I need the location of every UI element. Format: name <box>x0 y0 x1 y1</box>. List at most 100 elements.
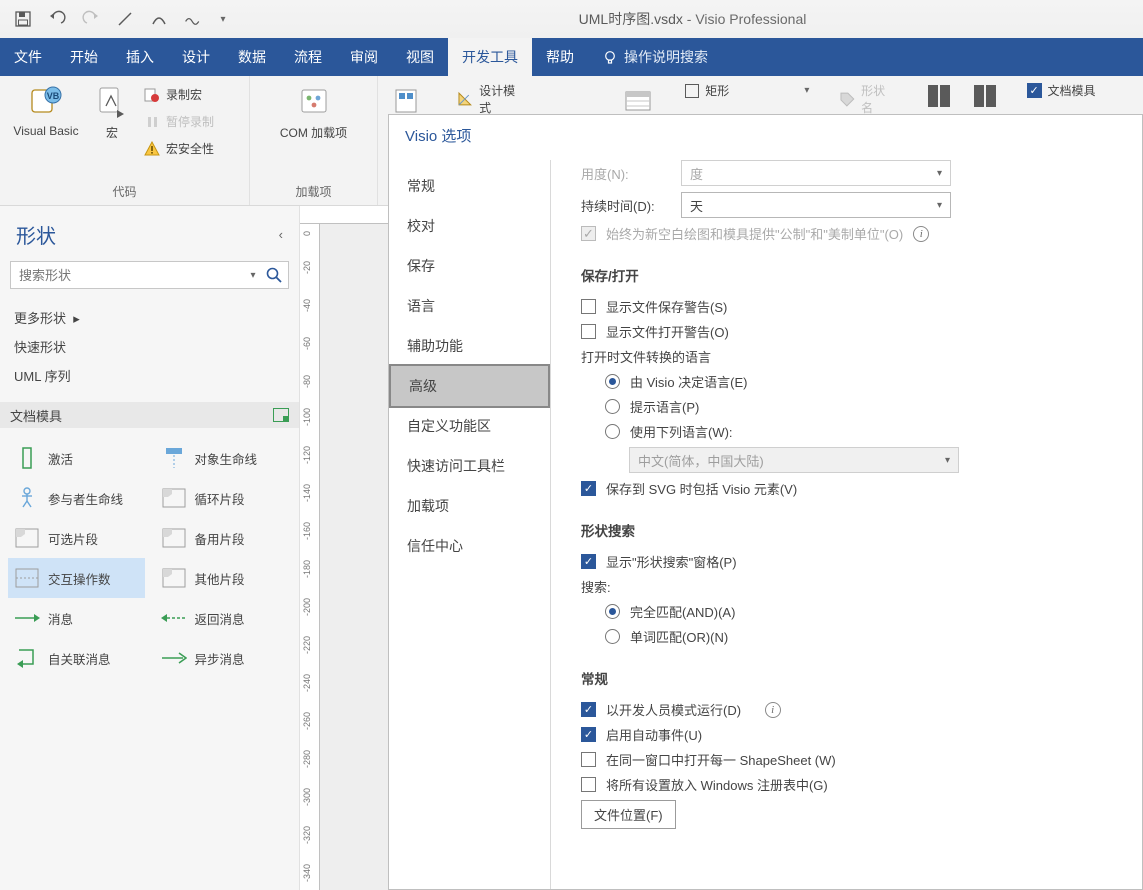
shape-message[interactable]: 消息 <box>8 598 145 638</box>
show-save-warn-checkbox[interactable] <box>581 299 596 314</box>
shape-self[interactable]: 自关联消息 <box>8 638 145 678</box>
nav-addins[interactable]: 加载项 <box>389 486 550 526</box>
lifeline-icon <box>161 446 187 470</box>
tab-developer[interactable]: 开发工具 <box>448 38 532 76</box>
freeform-tool-icon[interactable] <box>184 10 202 28</box>
auto-events-checkbox[interactable]: ✓ <box>581 727 596 742</box>
shape-activate[interactable]: 激活 <box>8 438 145 478</box>
duration-select[interactable]: 天▾ <box>681 192 951 218</box>
tab-review[interactable]: 审阅 <box>336 38 392 76</box>
search-dropdown-icon[interactable]: ▾ <box>246 270 260 281</box>
shape-loop[interactable]: 循环片段 <box>155 478 292 518</box>
shape-lifeline[interactable]: 对象生命线 <box>155 438 292 478</box>
always-metric-label: 始终为新空白绘图和模具提供"公制"和"美制单位"(O) <box>606 224 903 243</box>
arrow-left-dashed-icon <box>161 606 187 630</box>
macro-security-button[interactable]: 宏安全性 <box>142 138 216 159</box>
macros-icon <box>94 84 130 120</box>
search-icon[interactable] <box>260 262 288 288</box>
shape-other[interactable]: 其他片段 <box>155 558 292 598</box>
shape-return[interactable]: 返回消息 <box>155 598 292 638</box>
nav-qat[interactable]: 快速访问工具栏 <box>389 446 550 486</box>
search-and-radio[interactable] <box>605 604 620 619</box>
dev-mode-checkbox[interactable]: ✓ <box>581 702 596 717</box>
save-icon[interactable] <box>14 10 32 28</box>
registry-checkbox[interactable] <box>581 777 596 792</box>
shape-alt[interactable]: 备用片段 <box>155 518 292 558</box>
tab-insert[interactable]: 插入 <box>112 38 168 76</box>
nav-language[interactable]: 语言 <box>389 286 550 326</box>
nav-general[interactable]: 常规 <box>389 166 550 206</box>
tab-help[interactable]: 帮助 <box>532 38 588 76</box>
svg-include-checkbox[interactable]: ✓ <box>581 481 596 496</box>
qat-customize-icon[interactable]: ▾ <box>218 10 228 28</box>
ribbon-tabs: 文件 开始 插入 设计 数据 流程 审阅 视图 开发工具 帮助 操作说明搜索 <box>0 38 1143 76</box>
self-msg-icon <box>14 646 40 670</box>
com-addins-button[interactable]: COM 加载项 <box>266 80 361 141</box>
record-macro-button[interactable]: 录制宏 <box>142 84 216 105</box>
file-locations-button[interactable]: 文件位置(F) <box>581 800 676 829</box>
uml-sequence-item[interactable]: UML 序列 <box>14 361 285 390</box>
tab-home[interactable]: 开始 <box>56 38 112 76</box>
shape-interaction[interactable]: 交互操作数 <box>8 558 145 598</box>
angle-select: 度▾ <box>681 160 951 186</box>
nav-proofing[interactable]: 校对 <box>389 206 550 246</box>
shape-async[interactable]: 异步消息 <box>155 638 292 678</box>
nav-save[interactable]: 保存 <box>389 246 550 286</box>
prompt-label: 提示语言(P) <box>630 397 699 416</box>
chevron-down-icon: ▾ <box>937 200 942 211</box>
shape-actor-lifeline[interactable]: 参与者生命线 <box>8 478 145 518</box>
nav-trust[interactable]: 信任中心 <box>389 526 550 566</box>
tab-view[interactable]: 视图 <box>392 38 448 76</box>
use-lang-radio[interactable] <box>605 424 620 439</box>
nav-customize-ribbon[interactable]: 自定义功能区 <box>389 406 550 446</box>
tab-tellme[interactable]: 操作说明搜索 <box>588 38 722 76</box>
show-open-warn-checkbox[interactable] <box>581 324 596 339</box>
chevron-down-icon: ▾ <box>937 168 942 179</box>
doc-stencil-checkbox[interactable]: ✓ 文档模具 <box>1025 80 1133 101</box>
redo-icon[interactable] <box>82 10 100 28</box>
macros-button[interactable]: 宏 <box>92 80 132 141</box>
quick-shapes-item[interactable]: 快速形状 <box>14 332 285 361</box>
shapesheet-icon[interactable] <box>925 82 953 110</box>
fragment-icon <box>14 566 40 590</box>
info-icon[interactable]: i <box>913 226 929 242</box>
shape-search-box[interactable]: ▾ <box>10 261 289 289</box>
dialog-nav: 常规 校对 保存 语言 辅助功能 高级 自定义功能区 快速访问工具栏 加载项 信… <box>389 160 551 889</box>
window-title: UML时序图.vsdx - Visio Professional <box>242 9 1143 29</box>
nav-ease[interactable]: 辅助功能 <box>389 326 550 366</box>
collapse-pane-icon[interactable]: ‹ <box>279 227 283 242</box>
pause-record-button: 暂停录制 <box>142 111 216 132</box>
search-or-radio[interactable] <box>605 629 620 644</box>
shape-search-input[interactable] <box>11 263 246 288</box>
same-window-label: 在同一窗口中打开每一 ShapeSheet (W) <box>606 750 836 769</box>
tab-process[interactable]: 流程 <box>280 38 336 76</box>
by-visio-radio[interactable] <box>605 374 620 389</box>
visio-options-dialog: Visio 选项 常规 校对 保存 语言 辅助功能 高级 自定义功能区 快速访问… <box>388 114 1143 890</box>
angle-label: 用度(N): <box>581 164 671 183</box>
rectangle-dropdown[interactable]: 矩形 ▾ <box>683 80 811 101</box>
same-window-checkbox[interactable] <box>581 752 596 767</box>
tab-data[interactable]: 数据 <box>224 38 280 76</box>
line-tool-icon[interactable] <box>116 10 134 28</box>
doc-stencil-header[interactable]: 文档模具 <box>0 402 299 428</box>
show-search-pane-checkbox[interactable]: ✓ <box>581 554 596 569</box>
prompt-radio[interactable] <box>605 399 620 414</box>
tab-design[interactable]: 设计 <box>168 38 224 76</box>
search-label: 搜索: <box>581 577 1112 596</box>
info-icon[interactable]: i <box>765 702 781 718</box>
tab-file[interactable]: 文件 <box>0 38 56 76</box>
shape-opt[interactable]: 可选片段 <box>8 518 145 558</box>
stencil-icon <box>273 408 289 422</box>
search-or-label: 单词匹配(OR)(N) <box>630 627 728 646</box>
visual-basic-button[interactable]: VB Visual Basic <box>10 80 82 138</box>
nav-advanced[interactable]: 高级 <box>389 364 550 408</box>
dialog-content[interactable]: 用度(N): 度▾ 持续时间(D): 天▾ ✓ 始终为新空白绘图和模具提供"公制… <box>551 160 1142 889</box>
design-mode-button[interactable]: 设计模式 <box>455 80 528 118</box>
shape-behavior-icon[interactable] <box>971 82 999 110</box>
arc-tool-icon[interactable] <box>150 10 168 28</box>
convert-lang-label: 打开时文件转换的语言 <box>581 347 1112 366</box>
more-shapes-item[interactable]: 更多形状 ▸ <box>14 303 285 332</box>
vertical-ruler: 0-20-40-60-80-100-120-140-160-180-200-22… <box>300 224 320 890</box>
fragment-icon <box>161 486 187 510</box>
undo-icon[interactable] <box>48 10 66 28</box>
